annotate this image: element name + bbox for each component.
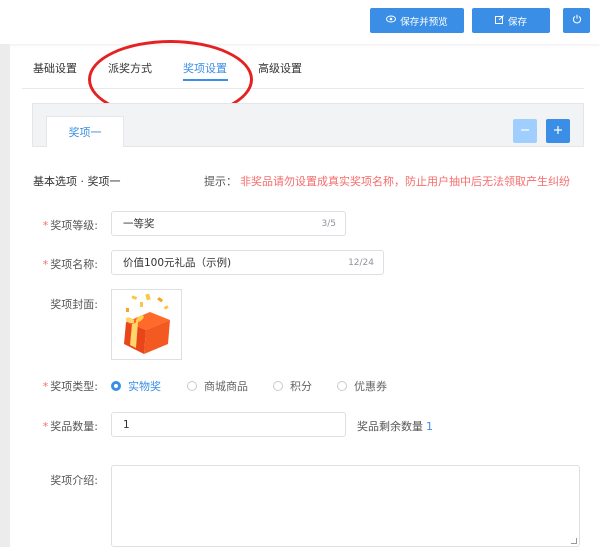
gift-box-image (124, 293, 170, 354)
required-mark: * (42, 258, 49, 271)
type-label-text: 奖项类型: (50, 380, 98, 393)
resize-handle[interactable] (571, 538, 577, 544)
remove-prize-button[interactable] (513, 119, 537, 143)
radio-dot (187, 381, 197, 391)
level-counter: 3/5 (321, 218, 336, 229)
name-input[interactable]: 价值100元礼品（示例) 12/24 (111, 250, 384, 275)
plus-icon (553, 123, 563, 139)
cover-label-text: 奖项封面: (50, 298, 98, 311)
radio-label: 商城商品 (204, 380, 248, 393)
level-label: * 奖项等级: (8, 217, 98, 233)
level-input[interactable]: 一等奖 3/5 (111, 211, 346, 236)
remaining-label: 奖品剩余数量 (357, 420, 423, 433)
name-label: * 奖项名称: (8, 256, 98, 272)
name-label-text: 奖项名称: (50, 258, 98, 271)
radio-coupon[interactable]: 优惠券 (337, 378, 387, 394)
cover-label: 奖项封面: (8, 296, 98, 312)
eye-icon (386, 15, 397, 26)
tip-text: 非奖品请勿设置成真实奖项名称，防止用户抽中后无法领取产生纠纷 (240, 175, 570, 188)
save-preview-button[interactable]: 保存并预览 (370, 8, 464, 33)
radio-points[interactable]: 积分 (273, 378, 312, 394)
section-title: 基本选项 · 奖项一 (33, 175, 121, 188)
name-counter: 12/24 (348, 257, 374, 268)
required-mark: * (42, 219, 49, 232)
add-prize-button[interactable] (546, 119, 570, 143)
save-label: 保存 (507, 16, 527, 28)
radio-dot (273, 381, 283, 391)
type-label: * 奖项类型: (8, 378, 98, 394)
tab-advanced-settings[interactable]: 高级设置 (258, 60, 302, 76)
save-button[interactable]: 保存 (472, 8, 550, 33)
prize-tab-1[interactable]: 奖项一 (46, 116, 124, 147)
power-icon (572, 14, 582, 27)
radio-label: 实物奖 (128, 380, 161, 393)
quantity-label-text: 奖品数量: (50, 420, 98, 433)
save-preview-label: 保存并预览 (400, 16, 448, 28)
level-value: 一等奖 (123, 218, 155, 230)
intro-label: 奖项介绍: (8, 472, 98, 488)
tab-basic-settings[interactable]: 基础设置 (33, 60, 77, 76)
tip-label: 提示： (204, 175, 237, 188)
intro-label-text: 奖项介绍: (50, 474, 98, 487)
radio-physical-prize[interactable]: 实物奖 (111, 378, 161, 394)
minus-icon (520, 123, 530, 139)
edit-icon (494, 14, 504, 27)
intro-textarea[interactable] (111, 465, 580, 547)
quantity-label: * 奖品数量: (8, 418, 98, 434)
required-mark: * (42, 420, 49, 433)
top-toolbar: 保存并预览 保存 (0, 0, 600, 44)
radio-mall-product[interactable]: 商城商品 (187, 378, 248, 394)
radio-dot (111, 381, 121, 391)
power-button[interactable] (563, 8, 590, 33)
required-mark: * (42, 380, 49, 393)
quantity-value: 1 (123, 418, 130, 431)
cover-upload[interactable] (111, 289, 182, 360)
radio-dot (337, 381, 347, 391)
quantity-input[interactable]: 1 (111, 412, 346, 437)
radio-label: 优惠券 (354, 380, 387, 393)
remaining-value: 1 (426, 420, 433, 433)
name-value: 价值100元礼品（示例) (123, 257, 232, 269)
radio-label: 积分 (290, 380, 312, 393)
level-label-text: 奖项等级: (50, 219, 98, 232)
remaining-quantity: 奖品剩余数量 1 (357, 418, 433, 434)
